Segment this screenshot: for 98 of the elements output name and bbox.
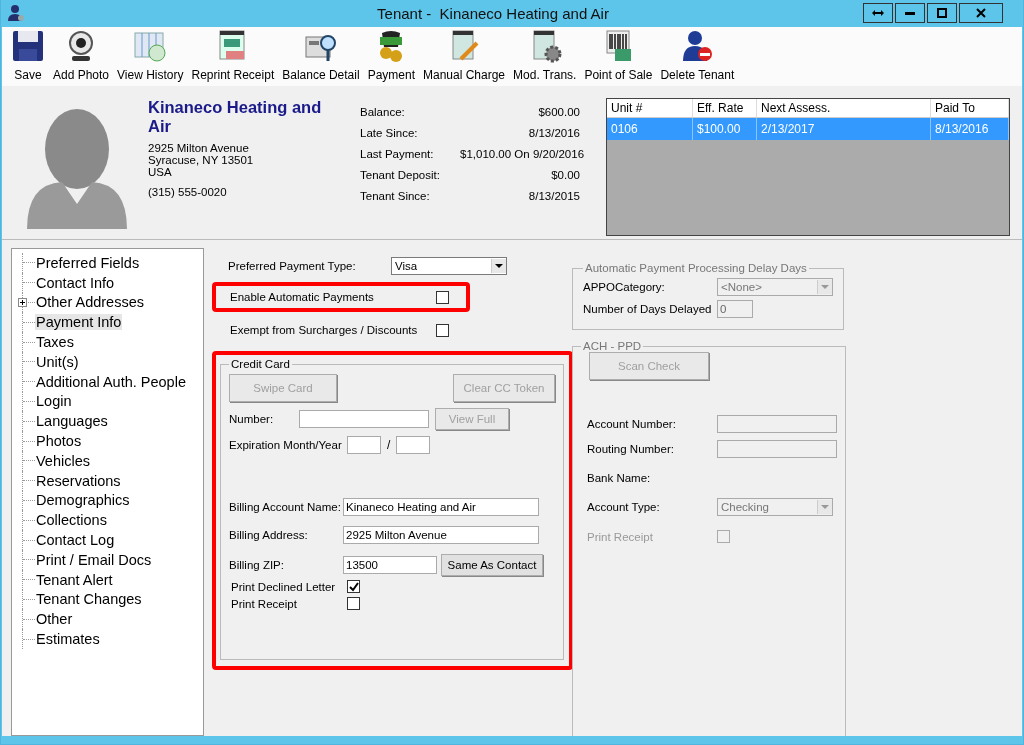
sidebar-item[interactable]: Estimates bbox=[35, 631, 101, 648]
address-line: USA bbox=[148, 166, 173, 178]
checkbox[interactable] bbox=[347, 580, 360, 593]
minimize-icon bbox=[905, 11, 915, 15]
sidebar-item[interactable]: Collections bbox=[35, 512, 108, 529]
sidebar-item[interactable]: Contact Log bbox=[35, 532, 116, 549]
column-header[interactable]: Eff. Rate bbox=[693, 99, 757, 117]
checkbox-label: Print Receipt bbox=[587, 530, 654, 543]
toolbar-button[interactable]: Save bbox=[8, 29, 48, 82]
text-field[interactable]: Kinaneco Heating and Air bbox=[343, 498, 539, 516]
horizontal-arrows-icon bbox=[872, 9, 884, 18]
checkbox-label: Print Declined Letter bbox=[231, 580, 337, 593]
toolbar-button[interactable]: View History bbox=[114, 29, 187, 82]
summary-value: $0.00 bbox=[550, 169, 580, 181]
group-title: Automatic Payment Processing Delay Days bbox=[584, 262, 808, 274]
month-field[interactable] bbox=[347, 436, 381, 454]
column-header[interactable]: Unit # bbox=[607, 99, 693, 117]
minimize-button[interactable] bbox=[895, 3, 925, 24]
field-label: Billing Account Name: bbox=[229, 501, 342, 513]
toolbar-button[interactable]: Point of Sale bbox=[581, 29, 656, 82]
field-label: Expiration Month/Year bbox=[229, 439, 343, 451]
sidebar-item[interactable]: Login bbox=[35, 393, 73, 410]
toolbar-button[interactable]: Payment bbox=[364, 29, 418, 82]
column-header[interactable]: Paid To bbox=[931, 99, 1009, 117]
address-line: Syracuse, NY 13501 bbox=[148, 154, 255, 166]
sidebar-item[interactable]: Tenant Changes bbox=[35, 591, 143, 608]
group-title: Credit Card bbox=[230, 358, 291, 370]
date-separator: / bbox=[387, 438, 391, 452]
sidebar-item[interactable]: Unit(s) bbox=[35, 353, 80, 370]
sidebar-item[interactable]: Vehicles bbox=[35, 452, 91, 469]
toolbar-button[interactable]: Mod. Trans. bbox=[510, 29, 580, 82]
maximize-button[interactable] bbox=[927, 3, 957, 24]
summary-label: Tenant Since: bbox=[360, 190, 431, 202]
checkbox[interactable] bbox=[436, 290, 449, 304]
sidebar-item[interactable]: Other Addresses bbox=[35, 294, 145, 311]
field-label: Bank Name: bbox=[587, 472, 651, 484]
field-label: Number: bbox=[229, 413, 275, 425]
card-number-field[interactable] bbox=[299, 410, 429, 428]
summary-value: 8/13/2015 bbox=[527, 190, 580, 202]
toolbar-button[interactable]: Add Photo bbox=[50, 29, 113, 82]
field-label: APPOCategory: bbox=[583, 281, 666, 293]
sidebar-item[interactable]: Taxes bbox=[35, 334, 75, 351]
sidebar-item[interactable]: Print / Email Docs bbox=[35, 551, 153, 568]
column-header[interactable]: Next Assess. bbox=[757, 99, 931, 117]
field-label: Preferred Payment Type: bbox=[228, 260, 357, 272]
text-field[interactable]: 13500 bbox=[343, 556, 437, 574]
text-field[interactable]: 2925 Milton Avenue bbox=[343, 526, 539, 544]
sidebar-item[interactable]: Other bbox=[35, 611, 74, 628]
checkbox[interactable] bbox=[436, 323, 449, 337]
field-label: Billing ZIP: bbox=[229, 559, 285, 571]
phone-number: (315) 555-0020 bbox=[148, 186, 228, 198]
sidebar-item[interactable]: Photos bbox=[35, 433, 83, 450]
close-button[interactable] bbox=[959, 3, 1003, 24]
same-as-contact-button[interactable]: Same As Contact bbox=[441, 554, 543, 576]
toolbar-button[interactable]: Balance Detail bbox=[279, 29, 363, 82]
field-label: Account Number: bbox=[587, 418, 677, 430]
resize-button[interactable] bbox=[863, 3, 893, 24]
field-label: Number of Days Delayed bbox=[583, 303, 713, 315]
year-field[interactable] bbox=[396, 436, 431, 454]
group-title: ACH - PPD bbox=[582, 340, 643, 352]
expand-icon[interactable] bbox=[18, 297, 27, 307]
maximize-icon bbox=[937, 8, 947, 19]
payment-type-dropdown[interactable]: Visa bbox=[391, 257, 507, 275]
summary-label: Last Payment: bbox=[360, 148, 435, 160]
sidebar-item[interactable]: Reservations bbox=[35, 472, 122, 489]
table-cell: 2/13/2017 bbox=[757, 118, 931, 140]
table-cell: 0106 bbox=[607, 118, 693, 140]
summary-label: Late Since: bbox=[360, 127, 419, 139]
sidebar-item[interactable]: Payment Info bbox=[35, 314, 123, 331]
tenant-name: Kinaneco Heating and Air bbox=[148, 98, 323, 136]
address-line: 2925 Milton Avenue bbox=[148, 142, 250, 154]
table-cell: $100.00 bbox=[693, 118, 757, 140]
checkbox[interactable] bbox=[347, 597, 360, 610]
summary-label: Tenant Deposit: bbox=[360, 169, 441, 181]
toolbar-button[interactable]: Reprint Receipt bbox=[188, 29, 278, 82]
sidebar-item[interactable]: Languages bbox=[35, 413, 109, 430]
toolbar-button[interactable]: Manual Charge bbox=[420, 29, 509, 82]
field-label: Routing Number: bbox=[587, 443, 675, 455]
checkbox-label: Exempt from Surcharges / Discounts bbox=[230, 324, 419, 336]
checkbox-label: Enable Automatic Payments bbox=[230, 291, 375, 303]
delete-user-icon bbox=[680, 29, 715, 63]
sidebar-item[interactable]: Additional Auth. People bbox=[35, 373, 187, 390]
table-cell: 8/13/2016 bbox=[931, 118, 1009, 140]
field-label: Billing Address: bbox=[229, 529, 309, 541]
sidebar-item[interactable]: Contact Info bbox=[35, 274, 116, 291]
sidebar-item[interactable]: Tenant Alert bbox=[35, 571, 114, 588]
toolbar-button[interactable]: Delete Tenant bbox=[657, 29, 738, 82]
field-label: Account Type: bbox=[587, 501, 661, 513]
summary-value: 8/13/2016 bbox=[527, 127, 580, 139]
summary-value: $600.00 bbox=[537, 106, 580, 118]
close-icon bbox=[976, 8, 986, 19]
checkbox-label: Print Receipt bbox=[231, 597, 298, 610]
sidebar-item[interactable]: Demographics bbox=[35, 492, 131, 509]
sidebar-item[interactable]: Preferred Fields bbox=[35, 254, 141, 271]
summary-label: Balance: bbox=[360, 106, 406, 118]
user-gear-icon bbox=[7, 4, 25, 23]
window-title: Tenant - Kinaneco Heating and Air bbox=[376, 4, 610, 22]
history-grid-icon bbox=[133, 29, 168, 63]
